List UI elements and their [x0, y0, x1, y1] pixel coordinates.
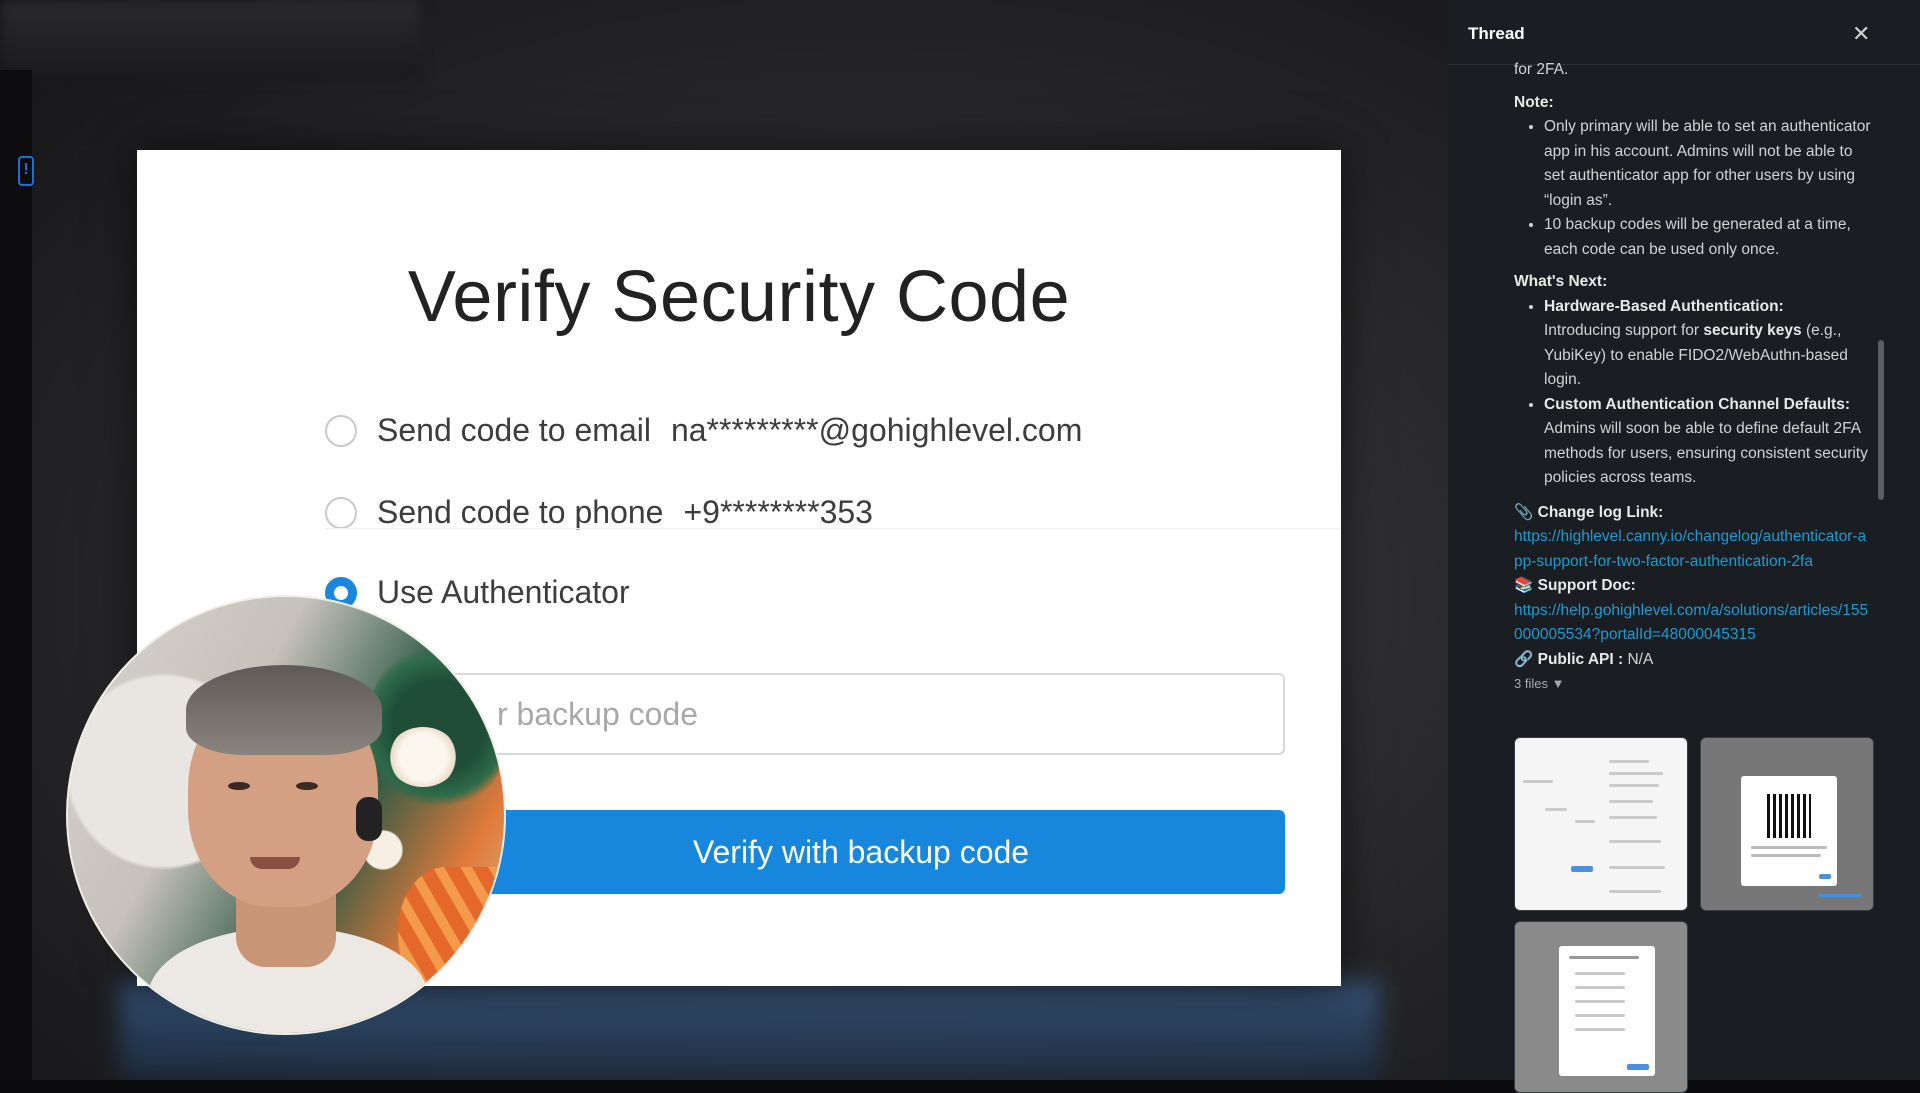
blurred-header — [0, 0, 420, 80]
support-label: Support Doc: — [1537, 577, 1636, 594]
note-item: Only primary will be able to set an auth… — [1544, 115, 1874, 213]
phone-radio[interactable] — [325, 496, 357, 529]
backup-code-input[interactable]: r backup code — [437, 673, 1285, 755]
option-email-label: Send code to email — [377, 412, 651, 448]
next-item: Hardware-Based Authentication: Introduci… — [1544, 295, 1874, 393]
attachment-thumbnail[interactable] — [1514, 737, 1688, 911]
thread-panel: Thread ✕ for 2FA. Note: Only primary wil… — [1448, 0, 1920, 1093]
video-stage: ! Verify Security Code Send code to emai… — [0, 0, 1448, 1080]
close-icon[interactable]: ✕ — [1852, 23, 1870, 45]
option-email[interactable]: Send code to email na*********@gohighlev… — [325, 412, 1082, 449]
note-item: 10 backup codes will be generated at a t… — [1544, 213, 1874, 262]
support-link[interactable]: https://help.gohighlevel.com/a/solutions… — [1514, 599, 1874, 648]
option-authenticator[interactable]: Use Authenticator — [325, 574, 630, 611]
thread-title: Thread — [1468, 24, 1525, 43]
thread-header: Thread ✕ — [1448, 0, 1920, 65]
changelog-link[interactable]: https://highlevel.canny.io/changelog/aut… — [1514, 525, 1874, 574]
qr-code — [1767, 794, 1811, 838]
note-label: Note: — [1514, 93, 1554, 111]
api-value: N/A — [1627, 650, 1654, 668]
eye — [296, 782, 318, 790]
files-toggle[interactable]: 3 files ▼ — [1514, 672, 1874, 697]
attachment-thumbnail[interactable] — [1514, 921, 1688, 1093]
books-icon: 📚 — [1514, 577, 1534, 594]
earbud — [356, 797, 382, 841]
next-list: Hardware-Based Authentication: Introduci… — [1514, 295, 1874, 491]
changelog-row: 📎 Change log Link: — [1514, 501, 1874, 526]
webcam-overlay — [66, 595, 506, 1035]
api-label: Public API : — [1537, 650, 1624, 668]
flower — [388, 727, 458, 787]
paperclip-icon: 📎 — [1514, 503, 1534, 521]
next-item: Custom Authentication Channel Defaults: … — [1544, 393, 1874, 491]
scrollbar[interactable] — [1878, 340, 1884, 500]
thread-message: for 2FA. Note: Only primary will be able… — [1514, 58, 1874, 697]
next-item-title: Custom Authentication Channel Defaults: — [1544, 395, 1850, 413]
note-list: Only primary will be able to set an auth… — [1514, 115, 1874, 262]
link-icon: 🔗 — [1514, 650, 1534, 668]
option-phone[interactable]: Send code to phone +9********353 — [325, 494, 873, 531]
email-radio[interactable] — [325, 414, 357, 447]
left-sidebar-strip: ! — [0, 70, 34, 1080]
mouth — [250, 857, 300, 869]
app-icon[interactable]: ! — [18, 156, 34, 186]
api-row: 🔗 Public API : N/A — [1514, 648, 1874, 673]
option-phone-label: Send code to phone — [377, 494, 664, 530]
next-item-text: Introducing support for — [1544, 322, 1704, 339]
support-row: 📚 Support Doc: — [1514, 574, 1874, 599]
next-item-text: Admins will soon be able to define defau… — [1544, 420, 1868, 486]
eye — [228, 782, 250, 790]
verify-button[interactable]: Verify with backup code — [437, 810, 1285, 894]
option-phone-value: +9********353 — [683, 494, 873, 530]
plant-leaves — [368, 637, 504, 817]
changelog-label: Change log Link: — [1537, 503, 1664, 521]
dialog-title: Verify Security Code — [407, 257, 1071, 337]
hair — [186, 665, 382, 755]
files-count: 3 files — [1514, 676, 1548, 691]
next-item-bold: security keys — [1703, 322, 1802, 339]
divider — [325, 528, 1341, 529]
attachment-thumbnail[interactable] — [1700, 737, 1874, 911]
caret-down-icon: ▼ — [1551, 676, 1565, 691]
intro-tail: for 2FA. — [1514, 61, 1569, 78]
option-email-value: na*********@gohighlevel.com — [670, 412, 1083, 448]
next-label: What's Next: — [1514, 273, 1608, 290]
next-item-title: Hardware-Based Authentication: — [1544, 297, 1784, 315]
option-authenticator-label: Use Authenticator — [377, 574, 630, 610]
